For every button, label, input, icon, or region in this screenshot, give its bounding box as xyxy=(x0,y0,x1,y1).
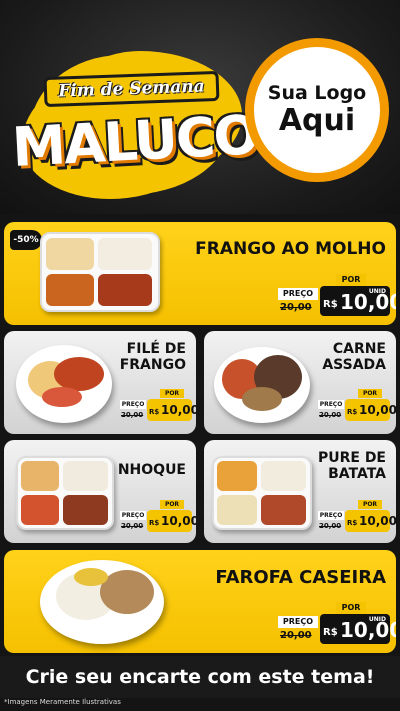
product-card-farofa-caseira[interactable]: FAROFA CASEIRA POR PREÇO 20,00 R$ 10,00 … xyxy=(4,550,396,653)
product-card-pure-de-batata[interactable]: PURE DE BATATA POR PREÇO 20,00 R$ 10,00 xyxy=(204,440,396,543)
item-name: FRANGO AO MOLHO xyxy=(195,239,386,259)
new-price-box: R$ 10,00 UNID xyxy=(320,614,396,644)
new-price: 10,00 xyxy=(161,403,196,417)
food-image-farofa-caseira xyxy=(40,558,164,648)
preco-label: PREÇO xyxy=(318,400,344,409)
preco-label: PREÇO xyxy=(318,511,344,520)
old-price: 20,00 xyxy=(319,411,342,419)
new-price-box: R$ 10,00 xyxy=(345,510,396,532)
item-name-line-2: FRANGO xyxy=(119,357,186,374)
new-price-box: R$ 10,00 xyxy=(147,399,196,421)
item-name-line-1: FILÉ DE xyxy=(126,341,186,357)
price-tag: POR PREÇO 20,00 R$ 10,00 UNID xyxy=(278,602,396,644)
por-label: POR xyxy=(358,389,382,398)
logo-line-2: Aqui xyxy=(278,102,356,138)
currency: R$ xyxy=(149,408,160,416)
product-card-frango-ao-molho[interactable]: -50% FRANGO AO MOLHO POR PREÇO 20,00 R$ … xyxy=(4,222,396,325)
price-tag: POR PREÇO 20,00 R$ 10,00 xyxy=(318,389,396,423)
product-card-file-de-frango[interactable]: FILÉ DE FRANGO POR PREÇO 20,00 R$ 10,00 xyxy=(4,331,196,434)
price-tag: POR PREÇO 20,00 R$ 10,00 xyxy=(318,500,396,534)
item-name-line-1: PURE DE xyxy=(317,450,386,466)
new-price: 10,00 xyxy=(359,514,396,528)
item-name-line-2: BATATA xyxy=(328,466,386,483)
new-price-box: R$ 10,00 UNID xyxy=(320,286,396,316)
por-label: POR xyxy=(336,602,366,614)
preco-label: PREÇO xyxy=(120,511,146,520)
header: Fim de Semana MALUCO Sua Logo Aqui xyxy=(0,0,400,214)
currency: R$ xyxy=(347,408,358,416)
currency: R$ xyxy=(149,519,160,527)
old-price: 20,00 xyxy=(280,630,312,641)
currency: R$ xyxy=(347,519,358,527)
product-card-carne-assada[interactable]: CARNE ASSADA POR PREÇO 20,00 R$ 10,00 xyxy=(204,331,396,434)
new-price: 10,00 xyxy=(161,514,196,528)
item-name-line-1: CARNE xyxy=(332,341,386,357)
unit-label: UNID xyxy=(368,616,386,623)
food-image-file-de-frango xyxy=(16,341,112,427)
new-price: 10,00 xyxy=(359,403,396,417)
old-price: 20,00 xyxy=(280,302,312,313)
unit-label: UNID xyxy=(368,288,386,295)
discount-badge: -50% xyxy=(10,230,42,250)
item-name: NHOQUE xyxy=(117,462,186,478)
preco-label: PREÇO xyxy=(278,616,318,628)
old-price: 20,00 xyxy=(319,522,342,530)
promo-title: MALUCO xyxy=(10,103,259,180)
cta-banner[interactable]: Crie seu encarte com este tema! xyxy=(0,656,400,698)
logo-placeholder[interactable]: Sua Logo Aqui xyxy=(245,38,389,182)
item-name-line-2: ASSADA xyxy=(322,357,386,374)
preco-label: PREÇO xyxy=(120,400,146,409)
price-tag: POR PREÇO 20,00 R$ 10,00 xyxy=(120,389,196,423)
old-price: 20,00 xyxy=(121,522,144,530)
new-price-box: R$ 10,00 xyxy=(147,510,196,532)
por-label: POR xyxy=(336,274,366,286)
por-label: POR xyxy=(160,389,184,398)
price-tag: POR PREÇO 20,00 R$ 10,00 UNID xyxy=(278,274,396,316)
item-name: PURE DE BATATA xyxy=(318,450,386,482)
food-image-carne-assada xyxy=(214,343,310,427)
logo-line-1: Sua Logo xyxy=(267,82,367,105)
price-tag: POR PREÇO 20,00 R$ 10,00 xyxy=(120,500,196,534)
item-name: FILÉ DE FRANGO xyxy=(120,341,186,373)
item-name: FAROFA CASEIRA xyxy=(215,567,386,588)
new-price-box: R$ 10,00 xyxy=(345,399,396,421)
food-image-nhoque xyxy=(16,456,114,534)
item-name: CARNE ASSADA xyxy=(322,341,386,373)
disclaimer: *Imagens Meramente Ilustrativas xyxy=(4,698,121,706)
product-card-nhoque[interactable]: NHOQUE POR PREÇO 20,00 R$ 10,00 xyxy=(4,440,196,543)
old-price: 20,00 xyxy=(121,411,144,419)
por-label: POR xyxy=(358,500,382,509)
currency: R$ xyxy=(323,627,338,638)
preco-label: PREÇO xyxy=(278,288,318,300)
food-image-frango-ao-molho xyxy=(40,232,160,314)
por-label: POR xyxy=(160,500,184,509)
currency: R$ xyxy=(323,299,338,310)
food-image-pure-de-batata xyxy=(212,456,312,534)
